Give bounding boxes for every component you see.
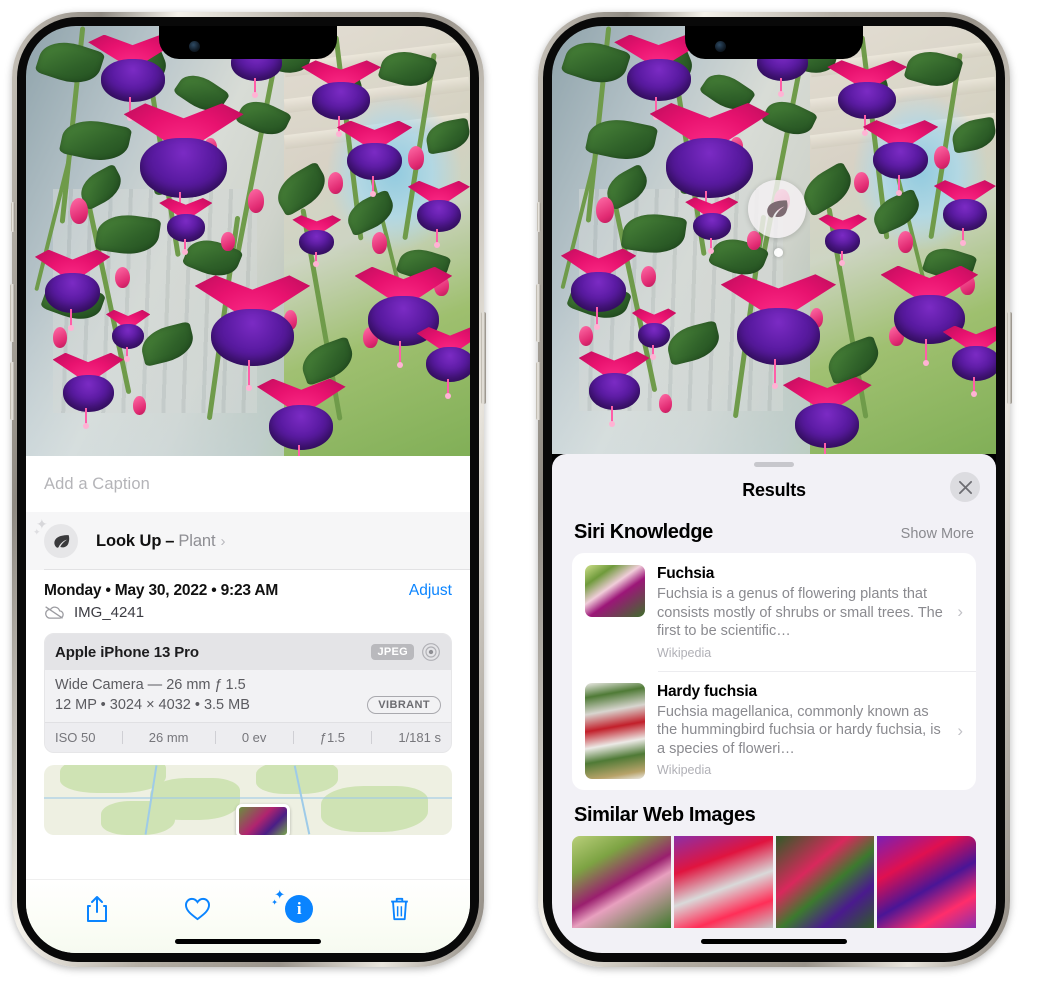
chevron-right-icon: › <box>957 720 963 740</box>
sparkle-small-icon: ✦ <box>271 897 278 907</box>
caption-row[interactable]: Add a Caption <box>26 456 470 512</box>
photo-foliage <box>26 26 470 456</box>
size-line: 12 MP • 3024 × 4032 • 3.5 MB <box>55 697 250 713</box>
info-button[interactable]: ✦ ✦ i <box>271 888 314 923</box>
list-item[interactable]: Hardy fuchsia Fuchsia magellanica, commo… <box>572 670 976 790</box>
front-camera <box>715 41 726 52</box>
look-up-subject: Plant <box>178 531 216 550</box>
sparkle-small-icon: ✦ <box>33 527 41 537</box>
exif-ev: 0 ev <box>241 730 267 745</box>
exif-row: ISO 50 26 mm 0 ev ƒ1.5 1/181 s <box>45 722 451 752</box>
favorite-button[interactable] <box>184 896 211 921</box>
close-button[interactable] <box>950 472 980 502</box>
iphone-left: Add a Caption ✦ ✦ Look Up – Plant › Mond… <box>10 12 486 967</box>
volume-down-button[interactable] <box>536 362 541 420</box>
siri-knowledge-header: Siri Knowledge Show More <box>552 513 996 553</box>
show-more-button[interactable]: Show More <box>901 526 974 542</box>
iphone-right: Results Siri Knowledge Show More Fuchsia… <box>536 12 1012 967</box>
filename-row: IMG_4241 <box>26 600 470 631</box>
volume-down-button[interactable] <box>10 362 15 420</box>
home-indicator[interactable] <box>701 939 847 944</box>
volume-up-button[interactable] <box>536 284 541 342</box>
notch <box>685 26 863 59</box>
exif-focal: 26 mm <box>148 730 189 745</box>
photo-viewer[interactable] <box>26 26 470 456</box>
list-item[interactable]: Fuchsia Fuchsia is a genus of flowering … <box>572 553 976 671</box>
similar-web-images-title: Similar Web Images <box>574 803 756 826</box>
location-map-thumbnail[interactable] <box>44 765 452 835</box>
device-name: Apple iPhone 13 Pro <box>55 643 199 661</box>
leaf-icon: ✦ ✦ <box>33 517 78 558</box>
home-indicator[interactable] <box>175 939 321 944</box>
visual-look-up-badge[interactable] <box>748 180 806 238</box>
aperture-icon <box>422 643 440 661</box>
result-title: Hardy fuchsia <box>657 682 757 700</box>
style-badge: VIBRANT <box>367 696 441 714</box>
web-image-4[interactable] <box>877 835 976 928</box>
fuchsia-thumb <box>585 565 645 617</box>
power-button[interactable] <box>1007 312 1012 404</box>
close-icon <box>958 480 972 494</box>
icloud-slash-icon <box>45 606 64 619</box>
date-row: Monday • May 30, 2022 • 9:23 AM Adjust <box>26 570 470 600</box>
results-sheet: Results Siri Knowledge Show More Fuchsia… <box>552 454 996 953</box>
power-button[interactable] <box>481 312 486 404</box>
look-up-dash: – <box>165 531 175 550</box>
caption-placeholder: Add a Caption <box>44 474 150 493</box>
exif-shutter: 1/181 s <box>398 730 441 745</box>
result-title: Fuchsia <box>657 565 715 582</box>
results-header: Results <box>552 467 996 513</box>
volume-up-button[interactable] <box>10 284 15 342</box>
result-source: Wikipedia <box>657 763 712 778</box>
metadata-card: Apple iPhone 13 Pro JPEG Wide Camera — 2… <box>44 633 452 753</box>
exif-aperture: ƒ1.5 <box>319 730 346 745</box>
exif-iso: ISO 50 <box>55 730 96 745</box>
notch <box>159 26 337 59</box>
web-image-1[interactable] <box>572 835 671 928</box>
screen-right: Results Siri Knowledge Show More Fuchsia… <box>552 26 996 953</box>
info-glyph: i <box>285 894 314 923</box>
siri-knowledge-card: Fuchsia Fuchsia is a genus of flowering … <box>572 553 976 790</box>
adjust-button[interactable]: Adjust <box>409 582 452 600</box>
front-camera <box>189 41 200 52</box>
photo-foliage <box>552 26 996 454</box>
result-source: Wikipedia <box>657 645 712 660</box>
results-title: Results <box>742 479 806 500</box>
siri-knowledge-title: Siri Knowledge <box>574 521 713 543</box>
photo-viewer[interactable] <box>552 26 996 454</box>
visual-look-up-anchor-dot <box>774 248 783 257</box>
similar-web-images-row <box>552 835 996 928</box>
format-badge: JPEG <box>371 644 414 660</box>
similar-web-images-header: Similar Web Images <box>552 790 996 833</box>
metadata-header: Apple iPhone 13 Pro JPEG <box>45 634 451 670</box>
look-up-row[interactable]: ✦ ✦ Look Up – Plant › <box>26 512 470 570</box>
screen-left: Add a Caption ✦ ✦ Look Up – Plant › Mond… <box>26 26 470 953</box>
delete-button[interactable] <box>388 896 411 922</box>
photo-info-sheet: Add a Caption ✦ ✦ Look Up – Plant › Mond… <box>26 456 470 953</box>
lens-line: Wide Camera — 26 mm ƒ 1.5 <box>55 677 246 693</box>
result-description: Fuchsia is a genus of flowering plants t… <box>657 586 943 640</box>
hardy-fuchsia-thumb <box>585 682 645 779</box>
web-image-3[interactable] <box>775 835 875 928</box>
mute-switch[interactable] <box>537 202 541 232</box>
metadata-body: Wide Camera — 26 mm ƒ 1.5 12 MP • 3024 ×… <box>45 670 451 722</box>
filename-text: IMG_4241 <box>74 604 145 621</box>
mute-switch[interactable] <box>11 202 15 232</box>
photo-date: Monday • May 30, 2022 • 9:23 AM <box>44 582 279 599</box>
screenshot-root: Add a Caption ✦ ✦ Look Up – Plant › Mond… <box>0 0 1055 985</box>
web-image-2[interactable] <box>673 835 773 928</box>
look-up-title: Look Up <box>96 531 162 550</box>
leaf-icon <box>767 200 788 218</box>
look-up-label: Look Up – Plant › <box>96 532 225 551</box>
chevron-right-icon: › <box>957 602 963 622</box>
result-description: Fuchsia magellanica, commonly known as t… <box>657 703 941 757</box>
photo-location-pin <box>235 804 290 835</box>
chevron-right-icon: › <box>220 532 226 550</box>
share-button[interactable] <box>85 895 109 923</box>
